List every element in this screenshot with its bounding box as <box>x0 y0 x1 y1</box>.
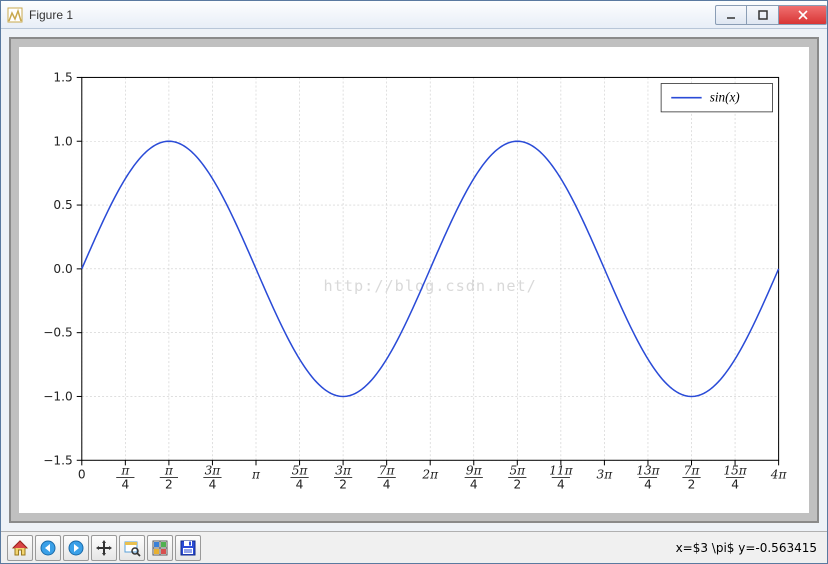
svg-text:4: 4 <box>383 478 391 492</box>
cursor-status: x=$3 \pi$ y=-0.563415 <box>676 541 821 555</box>
back-button[interactable] <box>35 535 61 561</box>
svg-text:5π: 5π <box>292 463 309 477</box>
svg-text:0.5: 0.5 <box>53 198 72 212</box>
plot-svg: −1.5−1.0−0.50.00.51.01.50π4π23π4π5π43π27… <box>19 47 809 513</box>
zoom-button[interactable] <box>119 535 145 561</box>
maximize-button[interactable] <box>747 5 779 25</box>
svg-text:1.0: 1.0 <box>53 134 72 148</box>
svg-text:2: 2 <box>165 478 173 492</box>
svg-text:http://blog.csdn.net/: http://blog.csdn.net/ <box>324 277 537 295</box>
save-button[interactable] <box>175 535 201 561</box>
svg-text:0: 0 <box>78 468 86 482</box>
svg-text:7π: 7π <box>379 463 396 477</box>
subplots-button[interactable] <box>147 535 173 561</box>
pan-button[interactable] <box>91 535 117 561</box>
plot-canvas[interactable]: −1.5−1.0−0.50.00.51.01.50π4π23π4π5π43π27… <box>19 47 809 513</box>
svg-text:2: 2 <box>513 478 521 492</box>
figure-window: Figure 1 −1.5−1.0−0.50.00.51.01.50π4π23π… <box>0 0 828 564</box>
app-icon <box>7 7 23 23</box>
svg-text:π: π <box>251 468 261 482</box>
svg-text:2: 2 <box>688 478 696 492</box>
svg-text:−1.5: −1.5 <box>43 453 72 467</box>
canvas-frame: −1.5−1.0−0.50.00.51.01.50π4π23π4π5π43π27… <box>9 37 819 523</box>
svg-text:2π: 2π <box>421 468 439 482</box>
svg-text:15π: 15π <box>723 463 747 477</box>
title-bar[interactable]: Figure 1 <box>1 1 827 29</box>
forward-button[interactable] <box>63 535 89 561</box>
svg-text:13π: 13π <box>636 463 660 477</box>
toolbar: x=$3 \pi$ y=-0.563415 <box>1 531 827 563</box>
svg-text:4: 4 <box>470 478 478 492</box>
close-button[interactable] <box>779 5 827 25</box>
svg-text:3π: 3π <box>597 468 614 482</box>
home-button[interactable] <box>7 535 33 561</box>
svg-text:5π: 5π <box>509 463 526 477</box>
svg-text:π: π <box>164 463 174 477</box>
svg-text:7π: 7π <box>684 463 701 477</box>
svg-text:2: 2 <box>339 478 347 492</box>
svg-text:4: 4 <box>121 478 129 492</box>
svg-text:3π: 3π <box>205 463 222 477</box>
svg-text:−0.5: −0.5 <box>43 326 72 340</box>
svg-text:9π: 9π <box>466 463 483 477</box>
svg-text:4: 4 <box>209 478 217 492</box>
svg-text:4: 4 <box>731 478 739 492</box>
window-controls <box>715 5 827 25</box>
svg-text:4: 4 <box>296 478 304 492</box>
svg-text:4: 4 <box>557 478 565 492</box>
window-title: Figure 1 <box>29 8 73 22</box>
svg-text:sin(x): sin(x) <box>710 90 740 105</box>
minimize-button[interactable] <box>715 5 747 25</box>
svg-text:11π: 11π <box>549 463 573 477</box>
svg-text:4π: 4π <box>770 468 788 482</box>
svg-text:1.5: 1.5 <box>53 70 72 84</box>
svg-text:−1.0: −1.0 <box>43 390 72 404</box>
svg-text:π: π <box>120 463 130 477</box>
svg-text:4: 4 <box>644 478 652 492</box>
svg-text:0.0: 0.0 <box>53 262 72 276</box>
svg-text:3π: 3π <box>335 463 352 477</box>
